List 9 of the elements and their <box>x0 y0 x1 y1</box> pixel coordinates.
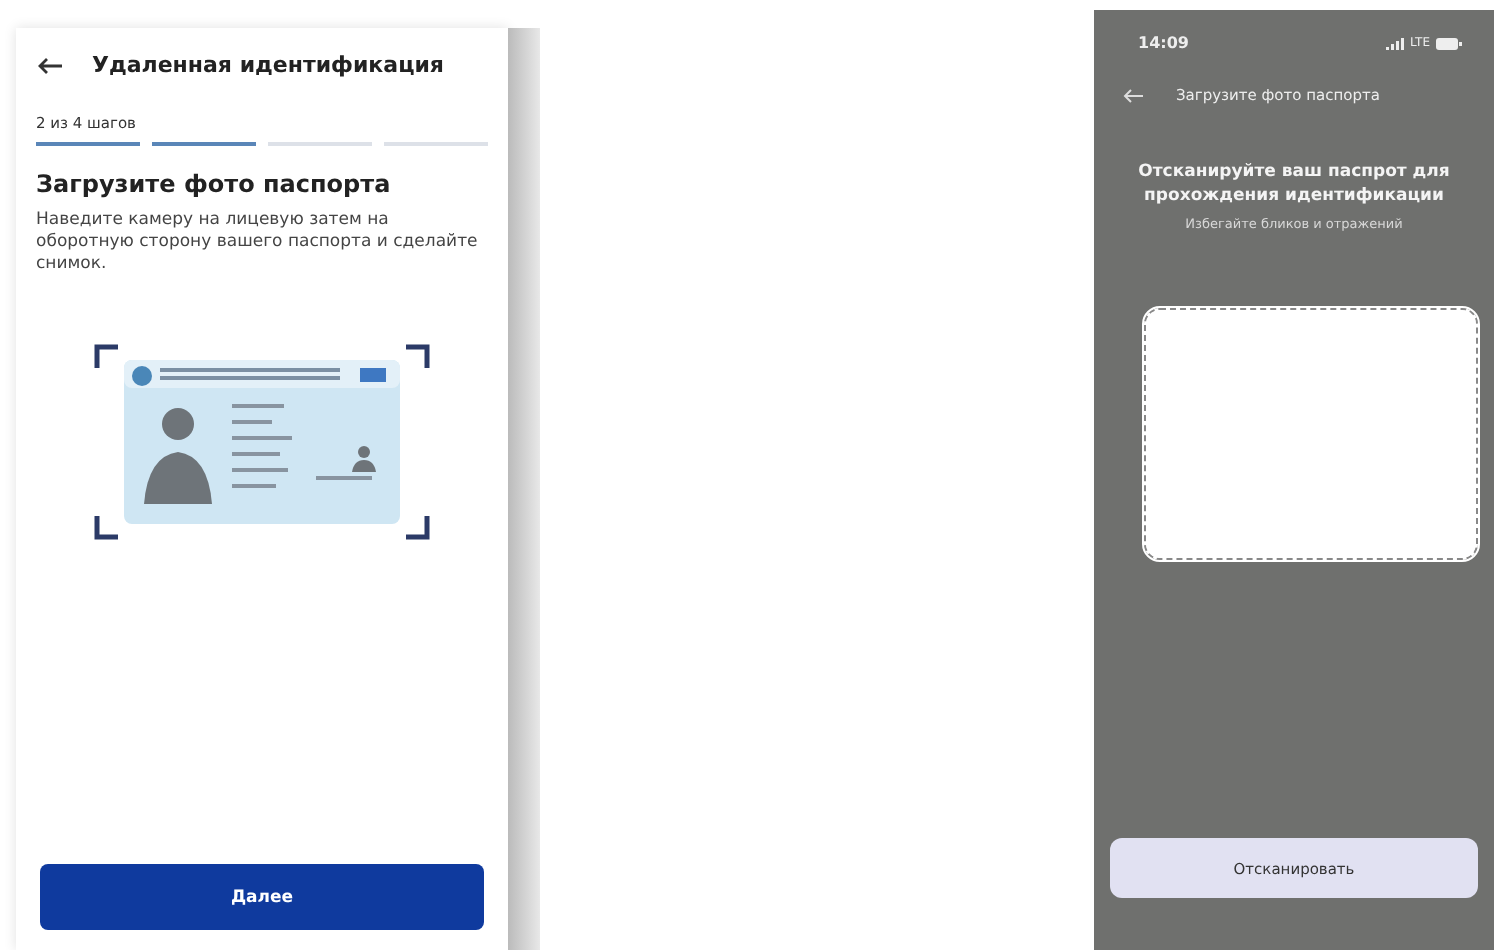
screen-title: Удаленная идентификация <box>92 52 444 78</box>
status-time: 14:09 <box>1138 34 1189 52</box>
signal-icon <box>1386 37 1405 49</box>
next-button[interactable]: Далее <box>40 864 484 930</box>
instruction-text: Наведите камеру на лицевую затем на оборотную сторону вашего паспорта и сделайте снимок. <box>36 210 480 276</box>
heading: Отсканируйте ваш паспрот для прохождения идентификации <box>1136 160 1452 208</box>
back-arrow-icon[interactable] <box>36 55 64 75</box>
battery-icon <box>1436 37 1462 49</box>
heading: Загрузите фото паспорта <box>36 170 391 198</box>
